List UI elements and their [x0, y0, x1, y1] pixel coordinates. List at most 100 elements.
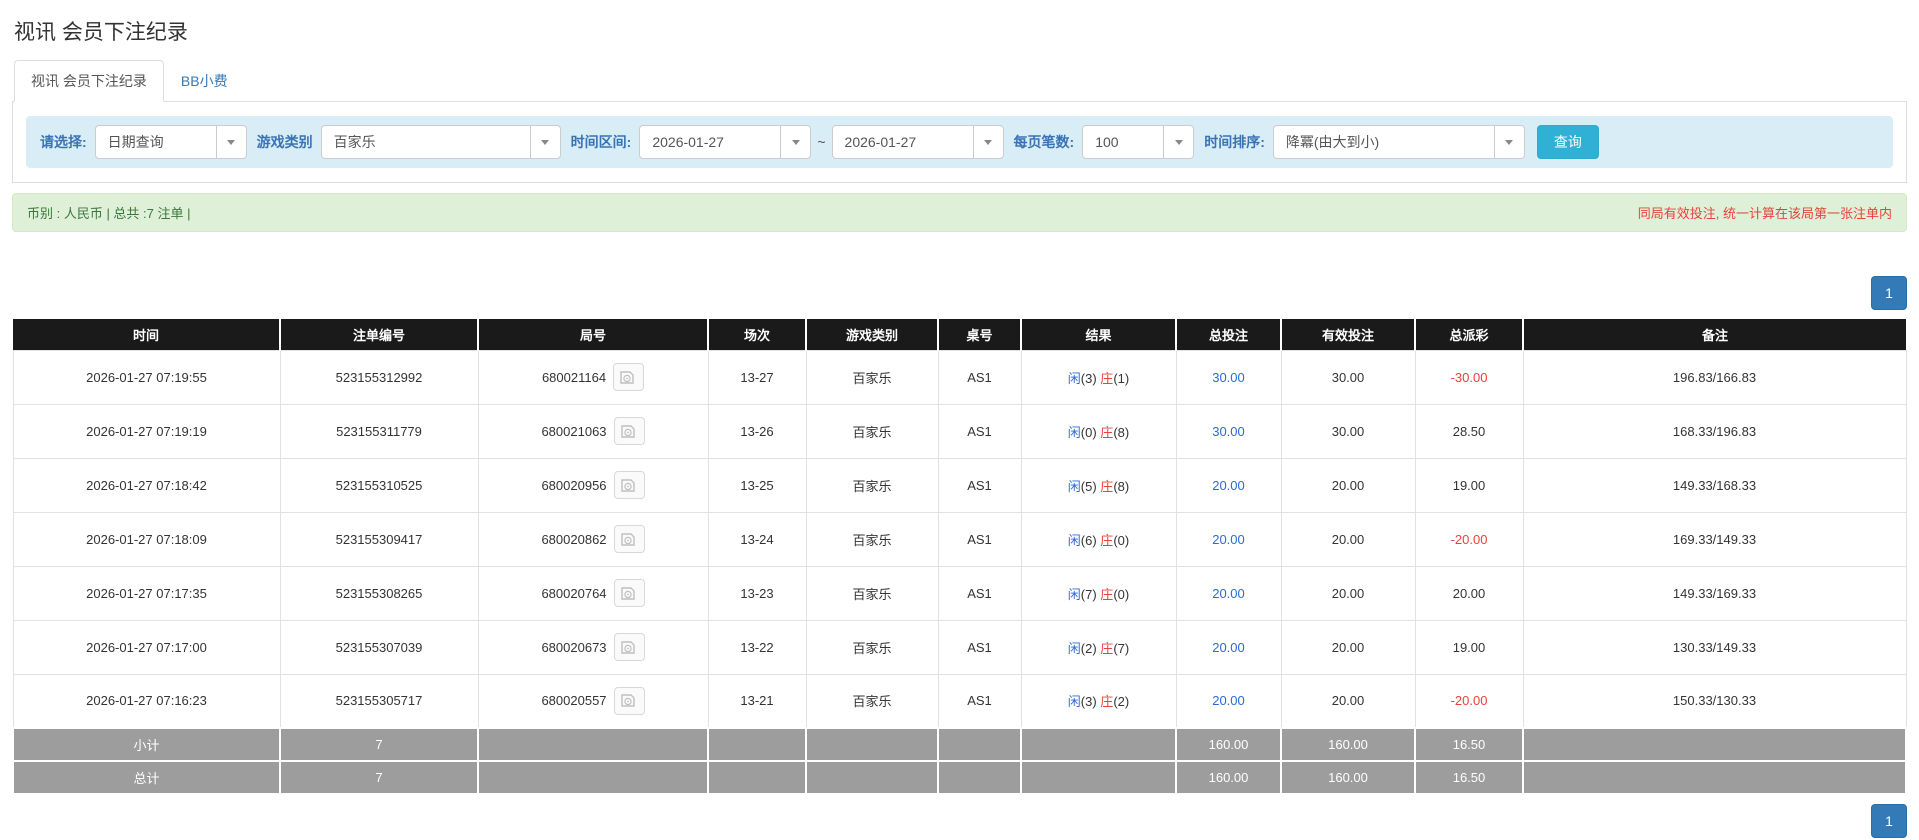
total-payout: 16.50 [1414, 760, 1524, 795]
query-button[interactable]: 查询 [1536, 125, 1599, 159]
cell-result: 闲(6) 庄(0) [1020, 511, 1177, 567]
video-replay-button[interactable] [613, 686, 645, 715]
total-row: 总计 7 160.00 160.00 16.50 [12, 760, 1907, 795]
round-no-wrap: 680020557 [479, 686, 708, 715]
result-banker-score: (2) [1113, 694, 1130, 710]
col-game-type: 游戏类别 [806, 319, 939, 350]
cell-payout: 19.00 [1414, 619, 1524, 675]
cell-time: 2026-01-27 07:17:35 [12, 565, 281, 621]
page-size-select[interactable]: 100 [1082, 125, 1195, 159]
date-to-select[interactable]: 2026-01-27 [831, 125, 1004, 159]
video-replay-button[interactable] [613, 633, 645, 661]
cell-round-no: 680020862 [477, 511, 709, 567]
video-file-icon [620, 640, 635, 654]
page-size-label: 每页笔数: [1013, 134, 1075, 150]
cell-game-type: 百家乐 [805, 619, 939, 675]
cell-table-no: AS1 [937, 511, 1022, 567]
page-1-button[interactable]: 1 [1871, 804, 1907, 838]
result-banker-label: 庄 [1100, 532, 1114, 548]
cell-time: 2026-01-27 07:18:42 [12, 457, 281, 513]
col-time: 时间 [13, 319, 281, 350]
chevron-down-icon [972, 126, 1003, 158]
result-banker-label: 庄 [1100, 586, 1114, 602]
tab-bb-tip[interactable]: BB小费 [164, 60, 245, 102]
subtotal-label: 小计 [12, 727, 281, 762]
total-total-bet: 160.00 [1175, 760, 1282, 795]
result-banker-score: (8) [1113, 424, 1130, 440]
cell-session: 13-24 [707, 511, 807, 567]
result-banker-score: (0) [1113, 586, 1130, 602]
summary-bar: 币别 : 人民币 | 总共 :7 注单 | 同局有效投注, 统一计算在该局第一张… [12, 193, 1907, 232]
cell-remark: 149.33/168.33 [1522, 457, 1907, 513]
cell-game-type: 百家乐 [805, 403, 939, 459]
subtotal-payout: 16.50 [1414, 727, 1524, 762]
cell-table-no: AS1 [937, 619, 1022, 675]
result-banker-label: 庄 [1100, 640, 1114, 656]
game-type-select[interactable]: 百家乐 [320, 125, 561, 159]
video-file-icon [620, 694, 635, 707]
result-banker-score: (8) [1113, 478, 1130, 494]
cell-game-type: 百家乐 [805, 673, 939, 729]
round-no-wrap: 680020956 [479, 471, 708, 499]
result-player-score: (5) [1080, 478, 1101, 494]
cell-remark: 150.33/130.33 [1522, 673, 1907, 729]
cell-total-bet: 30.00 [1175, 349, 1282, 405]
cell-remark: 149.33/169.33 [1522, 565, 1907, 621]
round-no-wrap: 680021164 [479, 363, 708, 391]
video-replay-button[interactable] [613, 471, 645, 499]
result-player-label: 闲 [1067, 532, 1081, 548]
cell-bet-no: 523155305717 [279, 673, 479, 729]
cell-bet-no: 523155311779 [279, 403, 479, 459]
round-no-text: 680020673 [541, 639, 607, 655]
cell-time: 2026-01-27 07:19:19 [12, 403, 281, 459]
result-player-score: (7) [1080, 586, 1101, 602]
cell-table-no: AS1 [937, 565, 1022, 621]
video-replay-button[interactable] [613, 363, 645, 391]
table-row: 2026-01-27 07:19:55 523155312992 680021164… [12, 349, 1907, 405]
summary-note: 同局有效投注, 统一计算在该局第一张注单内 [1637, 206, 1892, 221]
time-sort-select[interactable]: 降冪(由大到小) [1272, 125, 1525, 159]
cell-payout: -30.00 [1414, 349, 1524, 405]
video-file-icon [620, 586, 635, 600]
chevron-down-icon [1163, 126, 1193, 158]
round-no-text: 680021063 [541, 423, 607, 439]
cell-game-type: 百家乐 [805, 511, 939, 567]
cell-round-no: 680021164 [477, 349, 709, 405]
date-from-select[interactable]: 2026-01-27 [639, 125, 812, 159]
table-row: 2026-01-27 07:16:23 523155305717 680020557… [12, 673, 1907, 729]
cell-total-bet: 20.00 [1175, 511, 1282, 567]
cell-total-bet: 20.00 [1175, 619, 1282, 675]
col-table-no: 桌号 [938, 319, 1022, 350]
cell-result: 闲(7) 庄(0) [1020, 565, 1177, 621]
result-banker-score: (0) [1113, 532, 1130, 548]
cell-total-bet: 20.00 [1175, 457, 1282, 513]
table-header-row: 时间 注单编号 局号 场次 游戏类别 桌号 结果 总投注 有效投注 总派彩 备注 [13, 319, 1906, 350]
cell-total-bet: 20.00 [1175, 565, 1282, 621]
pagination-bottom: 1 [12, 804, 1907, 838]
page-1-button[interactable]: 1 [1871, 276, 1907, 310]
query-mode-select[interactable]: 日期查询 [94, 125, 247, 159]
video-replay-button[interactable] [613, 417, 645, 445]
date-range-label: 时间区间: [570, 134, 632, 150]
tab-video-bet-records[interactable]: 视讯 会员下注纪录 [14, 60, 164, 102]
col-result: 结果 [1021, 319, 1177, 350]
cell-payout: 28.50 [1414, 403, 1524, 459]
cell-session: 13-27 [707, 349, 807, 405]
table-row: 2026-01-27 07:18:42 523155310525 680020956… [12, 457, 1907, 513]
cell-time: 2026-01-27 07:16:23 [12, 673, 281, 729]
result-player-label: 闲 [1067, 478, 1081, 494]
cell-bet-no: 523155309417 [279, 511, 479, 567]
result-banker-label: 庄 [1100, 424, 1114, 440]
round-no-text: 680020557 [541, 693, 607, 709]
col-valid-bet: 有效投注 [1281, 319, 1416, 350]
cell-bet-no: 523155312992 [279, 349, 479, 405]
cell-bet-no: 523155310525 [279, 457, 479, 513]
cell-result: 闲(3) 庄(2) [1020, 673, 1177, 729]
result-player-score: (3) [1080, 370, 1101, 386]
video-replay-button[interactable] [613, 525, 645, 553]
cell-result: 闲(5) 庄(8) [1020, 457, 1177, 513]
table-row: 2026-01-27 07:17:00 523155307039 680020673… [12, 619, 1907, 675]
cell-valid-bet: 20.00 [1280, 673, 1416, 729]
cell-session: 13-26 [707, 403, 807, 459]
video-replay-button[interactable] [613, 579, 645, 607]
